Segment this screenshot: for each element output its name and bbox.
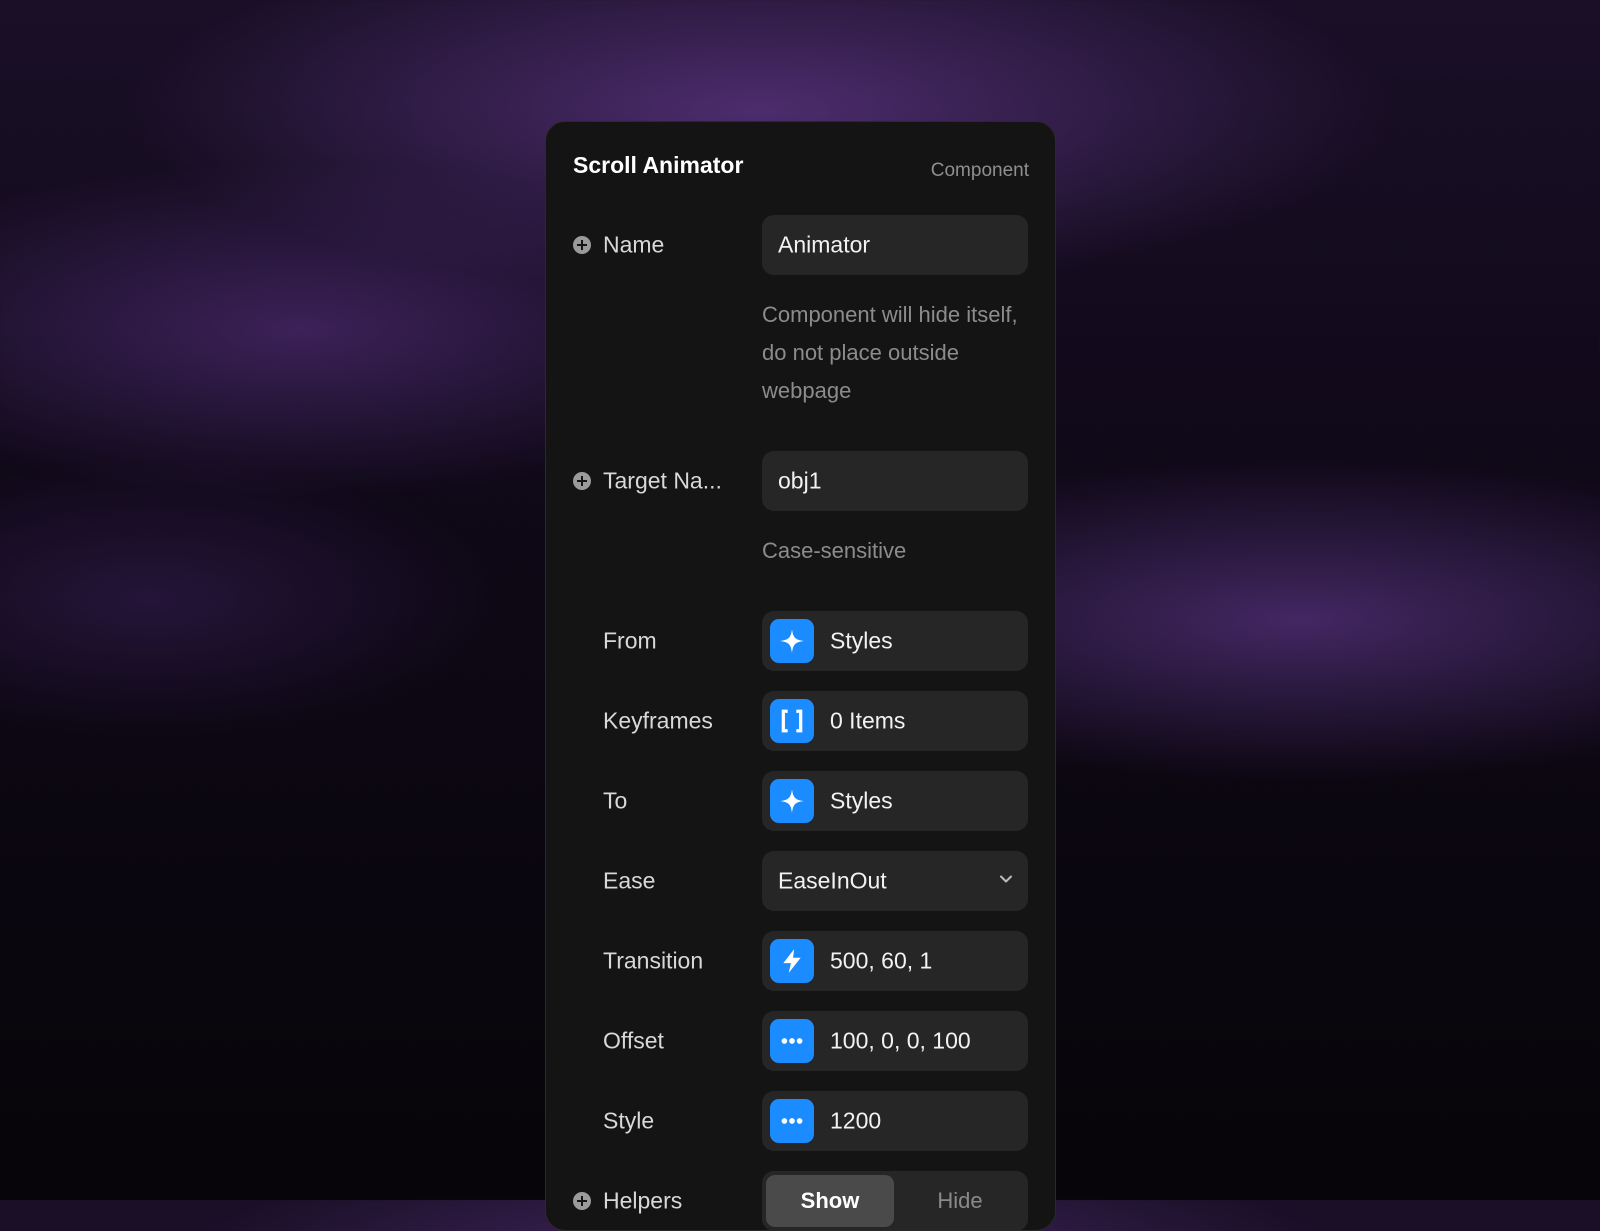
- from-value: Styles: [830, 627, 893, 654]
- sparkle-icon: [770, 619, 814, 663]
- style-field[interactable]: 1200: [762, 1091, 1028, 1151]
- keyframes-field[interactable]: 0 Items: [762, 691, 1028, 751]
- chevron-down-icon: [998, 871, 1014, 892]
- style-value: 1200: [830, 1107, 882, 1134]
- ease-value: EaseInOut: [778, 867, 887, 894]
- offset-value: 100, 0, 0, 100: [830, 1027, 971, 1054]
- target-name-input[interactable]: obj1: [762, 451, 1028, 511]
- transition-row: Transition 500, 60, 1: [546, 931, 1055, 991]
- properties-panel: Scroll Animator Component Name Animator …: [545, 121, 1056, 1231]
- helpers-label: Helpers: [603, 1187, 683, 1214]
- helpers-hide-option[interactable]: Hide: [896, 1175, 1024, 1227]
- to-row: To Styles: [546, 771, 1055, 831]
- name-input[interactable]: Animator: [762, 215, 1028, 275]
- to-field[interactable]: Styles: [762, 771, 1028, 831]
- ellipsis-icon: [770, 1019, 814, 1063]
- lightning-icon: [770, 939, 814, 983]
- component-type-label: Component: [930, 160, 1029, 181]
- add-circle-icon[interactable]: [573, 1192, 591, 1210]
- helpers-row: Helpers Show Hide: [546, 1171, 1055, 1230]
- to-label: To: [603, 787, 628, 814]
- offset-label: Offset: [603, 1027, 664, 1054]
- from-field[interactable]: Styles: [762, 611, 1028, 671]
- panel-title: Scroll Animator: [573, 152, 744, 178]
- style-label: Style: [603, 1107, 655, 1134]
- keyframes-label: Keyframes: [603, 707, 713, 734]
- add-circle-icon[interactable]: [573, 236, 591, 254]
- name-label: Name: [603, 231, 665, 258]
- name-row: Name Animator: [546, 215, 1055, 275]
- name-value: Animator: [778, 231, 871, 258]
- name-hint: Component will hide itself, do not place…: [762, 302, 1018, 403]
- brackets-icon: [770, 699, 814, 743]
- style-row: Style 1200: [546, 1091, 1055, 1151]
- keyframes-row: Keyframes 0 Items: [546, 691, 1055, 751]
- add-circle-icon[interactable]: [573, 472, 591, 490]
- offset-field[interactable]: 100, 0, 0, 100: [762, 1011, 1028, 1071]
- from-row: From Styles: [546, 611, 1055, 671]
- target-name-value: obj1: [778, 467, 822, 494]
- ellipsis-icon: [770, 1099, 814, 1143]
- ease-row: Ease EaseInOut: [546, 851, 1055, 911]
- keyframes-value: 0 Items: [830, 707, 906, 734]
- ease-select[interactable]: EaseInOut: [762, 851, 1028, 911]
- sparkle-icon: [770, 779, 814, 823]
- from-label: From: [603, 627, 657, 654]
- to-value: Styles: [830, 787, 893, 814]
- helpers-toggle: Show Hide: [762, 1171, 1028, 1230]
- transition-label: Transition: [603, 947, 704, 974]
- target-name-label: Target Na...: [603, 467, 722, 494]
- ease-label: Ease: [603, 867, 656, 894]
- target-name-row: Target Na... obj1: [546, 451, 1055, 511]
- target-name-hint: Case-sensitive: [762, 538, 907, 563]
- transition-field[interactable]: 500, 60, 1: [762, 931, 1028, 991]
- offset-row: Offset 100, 0, 0, 100: [546, 1011, 1055, 1071]
- helpers-show-option[interactable]: Show: [766, 1175, 894, 1227]
- transition-value: 500, 60, 1: [830, 947, 933, 974]
